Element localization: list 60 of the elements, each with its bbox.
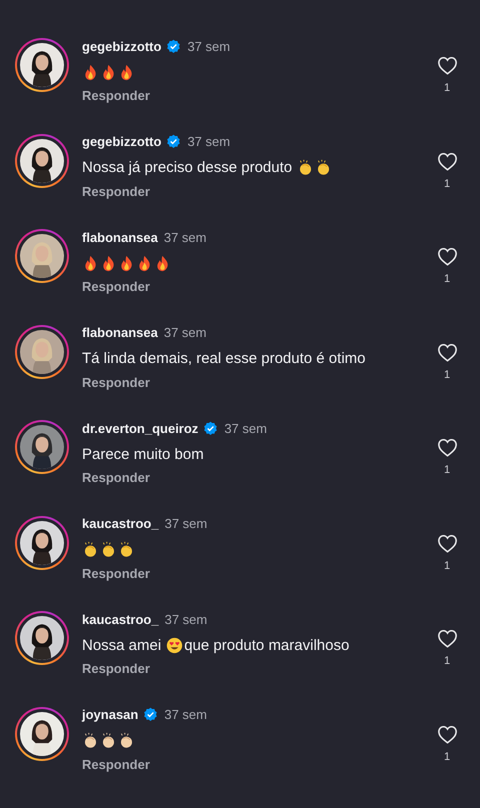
avatar-ring[interactable] (15, 420, 69, 474)
avatar-ring[interactable] (15, 706, 69, 760)
comment-text: Nossa já preciso desse produto (82, 159, 292, 176)
timestamp: 37 sem (187, 38, 230, 54)
username[interactable]: flabonansea (82, 325, 158, 340)
avatar-ring[interactable] (15, 38, 69, 92)
avatar-ring[interactable] (15, 134, 69, 188)
like-heart-icon[interactable] (436, 438, 458, 457)
timestamp: 37 sem (164, 707, 207, 722)
like-count: 1 (444, 273, 450, 285)
avatar-ring[interactable] (15, 324, 69, 378)
comment-text: Nossa amei (82, 636, 162, 654)
username[interactable]: gegebizzotto (82, 38, 162, 54)
comment-text: Parece muito bom (82, 446, 204, 462)
timestamp: 37 sem (224, 420, 267, 436)
avatar-ring[interactable] (15, 611, 69, 665)
username[interactable]: dr.everton_queiroz (82, 420, 198, 436)
like-count: 1 (444, 560, 450, 572)
reply-link[interactable]: Responder (82, 756, 150, 772)
comment-text: que produto maravilhoso (184, 636, 350, 654)
like-count: 1 (444, 368, 450, 380)
reply-link[interactable]: Responder (82, 374, 150, 390)
like-count: 1 (444, 178, 450, 190)
username[interactable]: kaucastroo_ (82, 612, 159, 626)
username[interactable]: gegebizzotto (82, 134, 162, 149)
like-heart-icon[interactable] (436, 152, 458, 170)
username[interactable]: joynasan (82, 707, 138, 722)
like-count: 1 (444, 82, 450, 94)
like-heart-icon[interactable] (436, 342, 458, 362)
like-heart-icon[interactable] (436, 247, 458, 266)
clap-icon (82, 541, 99, 558)
like-heart-icon[interactable] (436, 534, 458, 552)
clap-icon (118, 732, 135, 749)
like-count: 1 (444, 655, 450, 667)
reply-link[interactable]: Responder (82, 184, 150, 198)
like-heart-icon[interactable] (436, 629, 458, 648)
like-heart-icon[interactable] (436, 56, 458, 75)
username[interactable]: flabonansea (82, 230, 158, 244)
avatar-ring[interactable] (15, 516, 69, 570)
like-heart-icon[interactable] (436, 724, 458, 744)
username[interactable]: kaucastroo_ (82, 516, 159, 531)
heart-eyes-emoji-icon (166, 636, 184, 654)
clap-icon (82, 732, 99, 749)
reply-link[interactable]: Responder (82, 566, 150, 580)
like-count: 1 (444, 750, 450, 762)
avatar-ring[interactable] (15, 229, 69, 283)
timestamp: 37 sem (164, 612, 208, 626)
timestamp: 37 sem (187, 134, 230, 149)
clap-icon (100, 732, 117, 749)
clap-icon (100, 541, 117, 558)
reply-link[interactable]: Responder (82, 470, 150, 485)
timestamp: 37 sem (164, 325, 206, 340)
clap-icon (118, 541, 135, 558)
like-count: 1 (444, 464, 450, 476)
comment-text: Tá linda demais, real esse produto é otimo (82, 350, 366, 367)
timestamp: 37 sem (164, 516, 208, 531)
reply-link[interactable]: Responder (82, 88, 150, 103)
reply-link[interactable]: Responder (82, 279, 150, 294)
reply-link[interactable]: Responder (82, 661, 150, 676)
timestamp: 37 sem (164, 230, 206, 244)
